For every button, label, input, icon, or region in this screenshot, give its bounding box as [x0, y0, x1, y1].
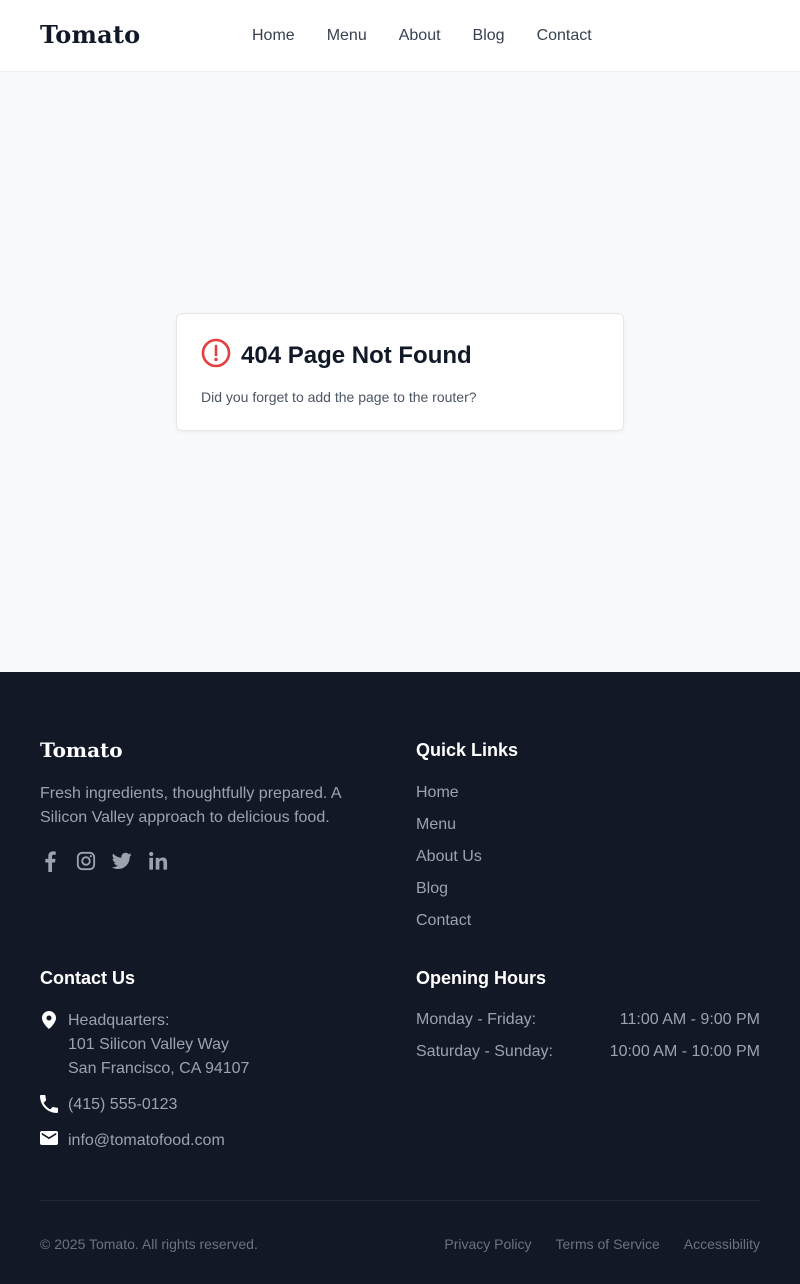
nav-blog[interactable]: Blog	[473, 27, 505, 45]
phone-icon	[40, 1093, 58, 1115]
opening-hours-heading: Opening Hours	[416, 968, 546, 988]
hours-days: Monday - Friday:	[416, 1011, 537, 1028]
social-links	[40, 849, 168, 873]
address-label: Headquarters:	[68, 1012, 170, 1029]
quick-link-home[interactable]: Home	[416, 782, 482, 814]
error-card: 404 Page Not Found Did you forget to add…	[176, 313, 624, 431]
quick-links-list: Home Menu About Us Blog Contact	[416, 782, 482, 942]
hours-time: 10:00 AM - 10:00 PM	[609, 1043, 760, 1060]
copyright-text: © 2025 Tomato. All rights reserved.	[40, 1236, 258, 1252]
opening-hours-table: Monday - Friday: 11:00 AM - 9:00 PM Satu…	[416, 1008, 760, 1072]
email-text[interactable]: info@tomatofood.com	[68, 1129, 225, 1153]
contact-email: info@tomatofood.com	[40, 1129, 225, 1153]
hours-days: Saturday - Sunday:	[416, 1043, 553, 1060]
legal-links: Privacy Policy Terms of Service Accessib…	[444, 1236, 760, 1252]
brand-logo[interactable]: Tomato	[40, 20, 140, 49]
error-title-row: 404 Page Not Found	[201, 338, 472, 373]
site-header: Tomato Home Menu About Blog Contact	[0, 0, 800, 72]
site-footer: Tomato Fresh ingredients, thoughtfully p…	[0, 672, 800, 1284]
error-title: 404 Page Not Found	[241, 341, 472, 369]
hours-row: Monday - Friday: 11:00 AM - 9:00 PM	[416, 1008, 760, 1040]
address-line-2: San Francisco, CA 94107	[68, 1060, 250, 1077]
quick-link-menu[interactable]: Menu	[416, 814, 482, 846]
hours-time: 11:00 AM - 9:00 PM	[619, 1011, 760, 1028]
quick-link-contact[interactable]: Contact	[416, 910, 482, 942]
nav-contact[interactable]: Contact	[537, 27, 592, 45]
twitter-icon[interactable]	[112, 849, 132, 873]
privacy-policy-link[interactable]: Privacy Policy	[444, 1236, 531, 1252]
phone-text[interactable]: (415) 555-0123	[68, 1093, 177, 1117]
main-nav: Home Menu About Blog Contact	[252, 27, 592, 45]
address-text: Headquarters: 101 Silicon Valley Way San…	[68, 1009, 249, 1081]
contact-heading: Contact Us	[40, 968, 136, 988]
nav-about[interactable]: About	[399, 27, 441, 45]
nav-menu[interactable]: Menu	[327, 27, 367, 45]
quick-links-heading: Quick Links	[416, 740, 519, 760]
alert-circle-icon	[201, 338, 231, 373]
facebook-icon[interactable]	[40, 849, 60, 873]
footer-divider	[40, 1200, 760, 1201]
contact-phone: (415) 555-0123	[40, 1093, 177, 1117]
map-pin-icon	[40, 1009, 58, 1031]
accessibility-link[interactable]: Accessibility	[684, 1236, 760, 1252]
error-description: Did you forget to add the page to the ro…	[201, 389, 477, 405]
main-content: 404 Page Not Found Did you forget to add…	[0, 72, 800, 672]
footer-tagline: Fresh ingredients, thoughtfully prepared…	[40, 785, 341, 826]
terms-of-service-link[interactable]: Terms of Service	[556, 1236, 660, 1252]
quick-link-blog[interactable]: Blog	[416, 878, 482, 910]
linkedin-icon[interactable]	[148, 849, 168, 873]
hours-row: Saturday - Sunday: 10:00 AM - 10:00 PM	[416, 1040, 760, 1072]
address-line-1: 101 Silicon Valley Way	[68, 1036, 229, 1053]
nav-home[interactable]: Home	[252, 27, 295, 45]
quick-link-about-us[interactable]: About Us	[416, 846, 482, 878]
instagram-icon[interactable]	[76, 849, 96, 873]
footer-brand: Tomato	[40, 738, 123, 762]
mail-icon	[40, 1129, 58, 1151]
contact-address: Headquarters: 101 Silicon Valley Way San…	[40, 1009, 249, 1081]
